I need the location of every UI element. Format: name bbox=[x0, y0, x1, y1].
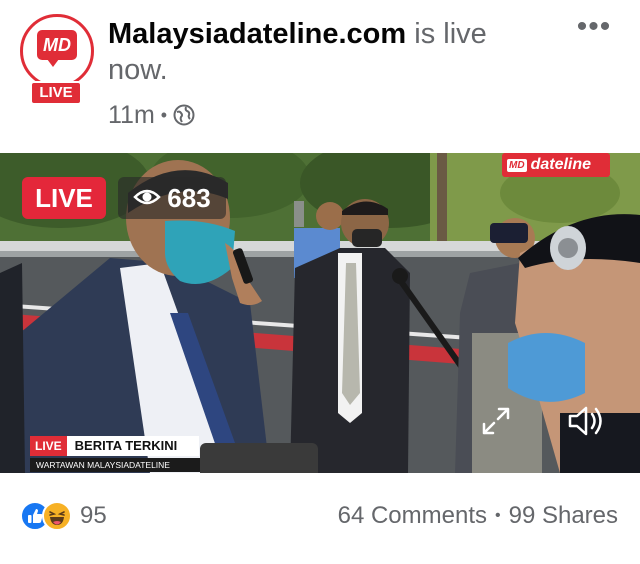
avatar-logo: MD bbox=[37, 30, 77, 67]
news-lower-third: LIVE BERITA TERKINI WARTAWAN MALAYSIADAT… bbox=[30, 436, 200, 472]
watermark-logo: MD bbox=[507, 158, 527, 172]
post-headline: Malaysiadateline.com is live now. bbox=[108, 16, 548, 88]
expand-icon[interactable] bbox=[480, 405, 512, 437]
live-video-player[interactable]: LIVE 683 MD dateline LIVE BERITA TERKINI… bbox=[0, 153, 640, 473]
lower-third-title: BERITA TERKINI bbox=[66, 436, 199, 456]
page-avatar[interactable]: MD bbox=[20, 14, 94, 88]
comments-count-link[interactable]: 64 Comments bbox=[338, 502, 487, 530]
watermark-text: dateline bbox=[530, 156, 592, 173]
video-live-badge: LIVE bbox=[22, 177, 106, 219]
reactions-summary[interactable]: 95 bbox=[20, 499, 107, 533]
shares-count-link[interactable]: 99 Shares bbox=[509, 502, 618, 530]
lower-third-live: LIVE bbox=[30, 436, 67, 456]
engagement-separator: • bbox=[494, 507, 501, 524]
globe-icon bbox=[173, 104, 195, 126]
speaker-icon[interactable] bbox=[566, 403, 606, 439]
meta-separator: • bbox=[160, 104, 168, 125]
eye-icon bbox=[133, 183, 162, 214]
reaction-count: 95 bbox=[80, 502, 107, 529]
dateline-watermark: MD dateline bbox=[502, 153, 610, 177]
haha-icon bbox=[42, 501, 72, 531]
avatar-live-badge: LIVE bbox=[30, 81, 82, 105]
engagement-summary: 64 Comments • 99 Shares bbox=[338, 499, 618, 533]
post-timestamp[interactable]: 11m bbox=[108, 101, 155, 130]
viewer-count: 683 bbox=[167, 182, 211, 213]
more-options-button[interactable]: ••• bbox=[572, 12, 616, 46]
post-meta: 11m • bbox=[108, 99, 195, 131]
lower-third-subtitle: WARTAWAN MALAYSIADATELINE bbox=[30, 458, 200, 472]
viewer-count-badge: 683 bbox=[118, 177, 226, 219]
page-name-link[interactable]: Malaysiadateline.com bbox=[108, 18, 406, 50]
